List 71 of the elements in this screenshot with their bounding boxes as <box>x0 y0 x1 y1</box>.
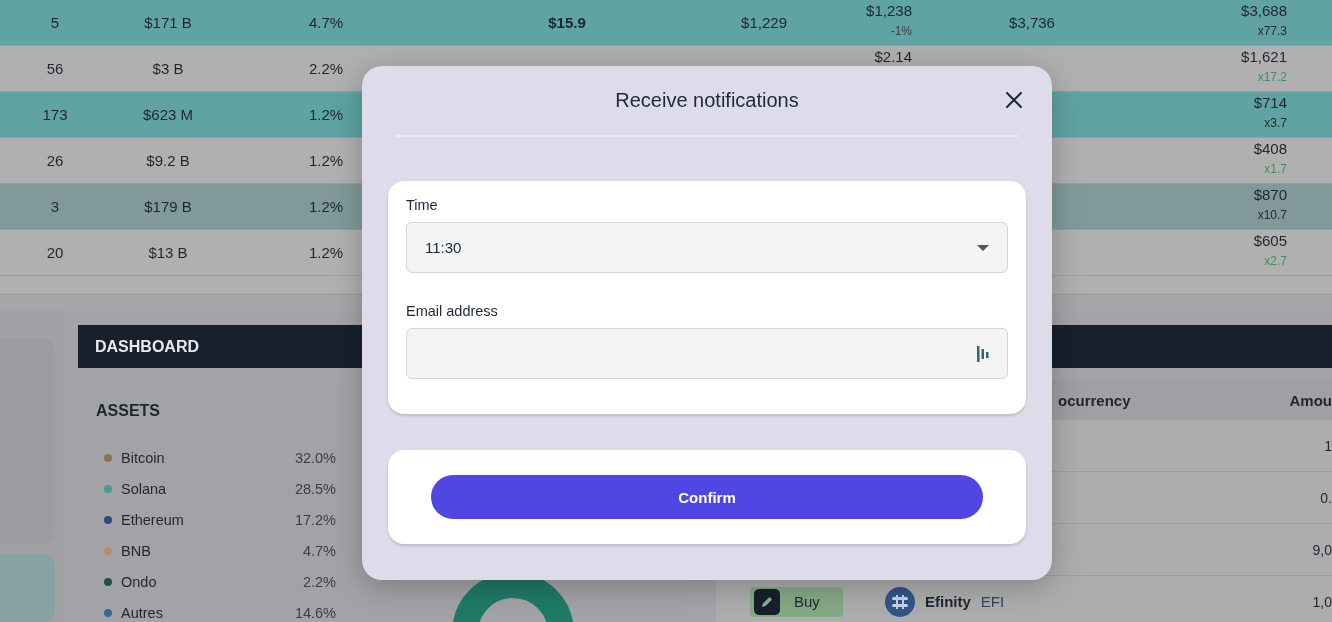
table-cell-text: $870 <box>1253 185 1287 205</box>
legend-label: Solana <box>121 480 168 497</box>
legend-value: 4.7% <box>302 542 336 559</box>
table-cell: 1,0 <box>1312 593 1332 610</box>
email-field[interactable] <box>406 328 1008 379</box>
table-cell: $9.2 B <box>146 152 190 169</box>
table-cell: $179 B <box>144 198 192 215</box>
table-cell: 2.2% <box>308 60 344 77</box>
change-text: -1% <box>890 23 912 40</box>
multiple-text: x17.2 <box>1257 69 1287 86</box>
table-cell: 56 <box>46 60 64 77</box>
table-cell: $13 B <box>148 244 188 261</box>
multiple-text: x2.7 <box>1264 253 1287 270</box>
table-cell: $15.9 <box>548 14 586 31</box>
table-cell: 5 <box>50 14 60 31</box>
table-cell: 1.2% <box>308 244 344 261</box>
column-header: ocurrency <box>1058 391 1131 409</box>
legend-label: Autres <box>121 604 164 621</box>
multiple-text: x1.7 <box>1264 161 1287 178</box>
legend-value: 14.6% <box>294 604 336 621</box>
coin-icon <box>885 586 915 617</box>
table-cell: 4.7% <box>308 14 344 31</box>
time-select[interactable]: 11:30 <box>406 222 1008 273</box>
table-cell: 26 <box>46 152 64 169</box>
table-cell: 173 <box>42 106 68 123</box>
coin-symbol: EFI <box>980 593 1005 610</box>
table-cell-text: $2.14 <box>874 47 912 67</box>
multiple-text: x77.3 <box>1257 23 1287 40</box>
table-cell: $171 B <box>144 14 192 31</box>
table-cell: 1 <box>1324 437 1332 454</box>
table-cell: $3,736 <box>1009 14 1055 31</box>
legend-value: 28.5% <box>294 480 336 497</box>
table-cell: $1,229 <box>741 14 787 31</box>
field-label: Time <box>406 197 439 213</box>
bars-icon <box>977 345 989 362</box>
table-cell-text: $408 <box>1253 139 1287 159</box>
legend-label: Ondo <box>121 573 158 590</box>
buy-button[interactable]: Buy <box>750 586 843 617</box>
legend-label: Bitcoin <box>121 449 166 466</box>
field-label: Email address <box>406 303 499 319</box>
legend-value: 2.2% <box>302 573 336 590</box>
table-cell-text: $605 <box>1253 231 1287 251</box>
table-cell: 0. <box>1320 489 1332 506</box>
table-cell: 20 <box>46 244 64 261</box>
table-cell-text: $1,621 <box>1241 47 1287 67</box>
multiple-text: x10.7 <box>1257 207 1287 224</box>
table-cell: $623 M <box>142 106 193 123</box>
column-header: Amou <box>1289 391 1332 409</box>
coin-name: Efinity <box>925 593 971 610</box>
table-cell: $3 B <box>152 60 184 77</box>
close-button[interactable] <box>1006 92 1022 108</box>
legend-value: 17.2% <box>294 511 336 528</box>
table-cell: 1.2% <box>308 198 344 215</box>
dropdown-caret-icon <box>977 244 989 251</box>
table-cell-text: $3,688 <box>1241 1 1287 21</box>
close-icon <box>1006 92 1022 108</box>
table-cell: 9,0 <box>1312 541 1332 558</box>
side-card <box>0 554 55 622</box>
multiple-text: x3.7 <box>1264 115 1287 132</box>
section-title: ASSETS <box>96 402 161 420</box>
confirm-button[interactable]: Confirm <box>431 475 983 519</box>
table-cell: 3 <box>50 198 60 215</box>
table-cell: 1.2% <box>308 152 344 169</box>
dialog-title: Receive notifications <box>615 89 799 112</box>
table-cell: 1.2% <box>308 106 344 123</box>
legend-label: Ethereum <box>121 511 185 528</box>
table-cell-text: $1,238 <box>866 1 912 21</box>
pencil-icon <box>754 588 780 615</box>
legend-label: BNB <box>121 542 152 559</box>
legend-value: 32.0% <box>294 449 336 466</box>
table-cell-text: $714 <box>1253 93 1287 113</box>
